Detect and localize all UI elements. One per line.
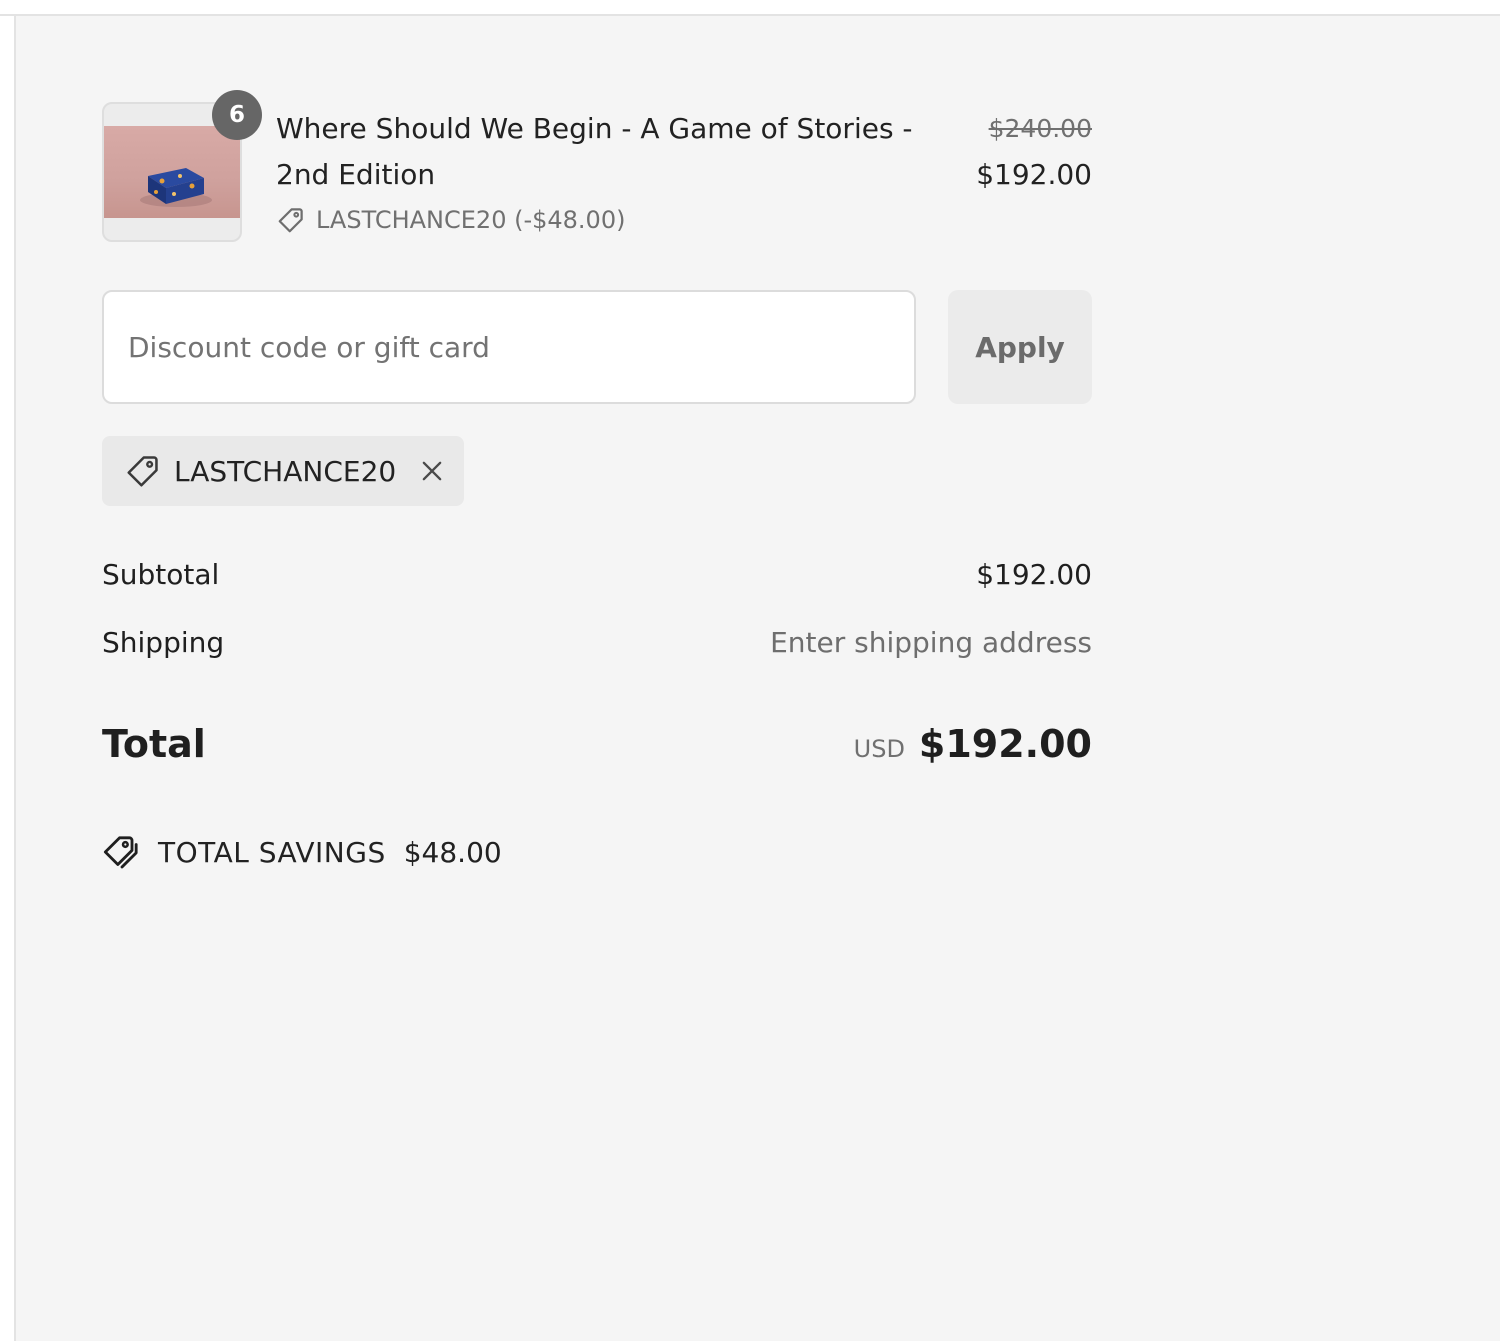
shipping-row: Shipping Enter shipping address bbox=[102, 626, 1092, 659]
total-savings-value: $48.00 bbox=[403, 835, 502, 869]
subtotal-row: Subtotal $192.00 bbox=[102, 558, 1092, 591]
discount-form: Apply bbox=[102, 290, 1092, 404]
quantity-badge: 6 bbox=[212, 90, 262, 140]
tag-icon bbox=[278, 208, 303, 233]
total-label: Total bbox=[102, 722, 206, 766]
line-item-price: $192.00 bbox=[976, 158, 1092, 191]
product-thumbnail: 6 bbox=[102, 90, 262, 242]
subtotal-value: $192.00 bbox=[976, 558, 1092, 591]
applied-discount-chip: LASTCHANCE20 bbox=[102, 436, 464, 506]
total-savings: TOTAL SAVINGS $48.00 bbox=[102, 832, 502, 872]
checkout-page: 6 Where Should We Begin - A Game of Stor… bbox=[0, 0, 1500, 1341]
line-item: 6 Where Should We Begin - A Game of Stor… bbox=[102, 90, 1092, 244]
main-column-edge bbox=[0, 16, 16, 1341]
line-item-discount: LASTCHANCE20 (-$48.00) bbox=[276, 204, 625, 236]
shipping-label: Shipping bbox=[102, 626, 225, 659]
discount-code-input[interactable] bbox=[102, 290, 916, 404]
total-row: Total USD $192.00 bbox=[102, 722, 1092, 766]
product-image bbox=[104, 126, 240, 218]
tag-icon bbox=[127, 456, 158, 487]
header-divider bbox=[0, 0, 1500, 16]
product-title: Where Should We Begin - A Game of Storie… bbox=[276, 112, 913, 191]
order-summary-panel: 6 Where Should We Begin - A Game of Stor… bbox=[16, 16, 1500, 1341]
applied-discount-code: LASTCHANCE20 bbox=[174, 454, 397, 488]
apply-discount-button[interactable]: Apply bbox=[948, 290, 1092, 404]
tags-icon bbox=[103, 836, 138, 869]
line-item-discount-label: LASTCHANCE20 (-$48.00) bbox=[316, 206, 626, 234]
subtotal-label: Subtotal bbox=[102, 558, 220, 591]
total-value: $192.00 bbox=[918, 722, 1092, 766]
total-amount-group: USD $192.00 bbox=[854, 722, 1092, 766]
shipping-value: Enter shipping address bbox=[770, 626, 1092, 659]
close-icon bbox=[422, 461, 442, 481]
total-currency: USD bbox=[853, 735, 905, 763]
total-savings-label: TOTAL SAVINGS bbox=[158, 835, 386, 869]
remove-discount-button[interactable] bbox=[418, 457, 446, 485]
original-price: $240.00 bbox=[988, 114, 1092, 143]
product-box-illustration bbox=[140, 168, 212, 207]
